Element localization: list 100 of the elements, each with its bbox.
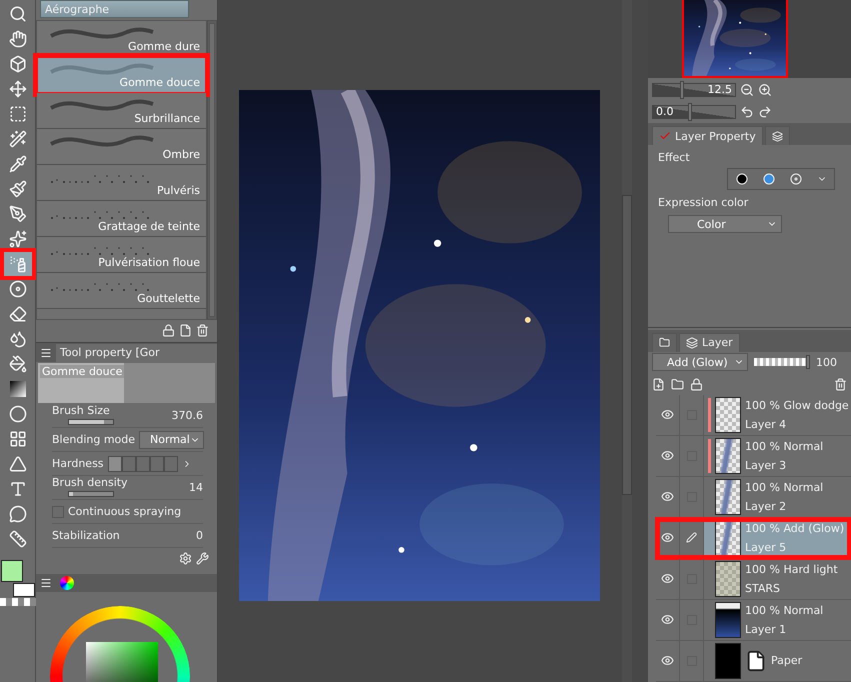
layer-name: Layer 3 (745, 458, 788, 472)
eye-icon[interactable] (661, 408, 674, 422)
layer-row[interactable]: 100 % Glow dodge Layer 4 (656, 394, 851, 436)
blending-mode-dropdown[interactable]: Normal (139, 430, 204, 448)
magnifier-icon (8, 5, 26, 23)
sub-color-swatch[interactable] (12, 583, 34, 597)
eraser-icon (8, 305, 26, 323)
rotate-left-icon[interactable] (740, 104, 754, 119)
tool-property-tab[interactable]: Tool property [Gor (56, 344, 217, 362)
layer-row[interactable]: 100 % Normal Layer 2 (656, 476, 851, 518)
paint-bucket-icon (8, 355, 26, 373)
zoom-in-icon[interactable] (758, 82, 772, 97)
layer-name: Paper (771, 654, 802, 668)
eye-icon[interactable] (661, 654, 674, 668)
menu-icon[interactable] (40, 346, 52, 358)
transparent-swatch[interactable] (0, 598, 36, 606)
layer-mode: 100 % Glow dodge (745, 398, 849, 412)
layer-name: Layer 2 (745, 500, 788, 513)
brush-icon (8, 180, 26, 198)
checkbox-label: Continuous spraying (68, 505, 182, 518)
hand-icon (8, 30, 26, 48)
slider-track[interactable] (68, 491, 114, 497)
main-color-swatch[interactable] (0, 560, 22, 582)
brush-group-tab[interactable]: Aérographe (40, 0, 189, 18)
folder-icon[interactable] (671, 378, 684, 391)
rotate-right-icon[interactable] (758, 104, 772, 119)
gear-icon[interactable] (179, 552, 192, 565)
layer-mode: 100 % Normal (745, 480, 824, 494)
layer-name: Layer 4 (745, 418, 788, 431)
eye-icon[interactable] (661, 531, 674, 544)
zoom-value: 12.5 (708, 83, 732, 96)
slider-thumb[interactable] (688, 102, 692, 121)
rotation-slider[interactable]: 0.0 (652, 104, 736, 119)
speech-bubble-icon (8, 505, 26, 523)
layer-thumbnail (715, 602, 741, 638)
panel-tab[interactable] (652, 332, 677, 352)
setting-label: Brush density (52, 476, 128, 489)
gradient-icon (10, 381, 26, 397)
ellipse-icon (8, 405, 26, 423)
setting-label: Stabilization (52, 529, 120, 542)
opacity-slider[interactable] (754, 355, 810, 370)
layers-icon (772, 130, 783, 142)
zoom-slider[interactable]: 12.5 (652, 82, 736, 97)
slider-track[interactable] (68, 419, 114, 425)
eye-icon[interactable] (661, 572, 674, 586)
pen-icon (686, 532, 697, 544)
scrollbar[interactable] (622, 0, 632, 682)
move-arrows-icon (8, 80, 26, 98)
section-label: Expression color (657, 194, 750, 211)
page-icon[interactable] (179, 324, 192, 337)
section-label: Effect (657, 150, 691, 166)
rotation-value: 0.0 (656, 105, 674, 118)
layer-row[interactable]: 100 % Normal Layer 1 (656, 600, 851, 641)
dashed-square-icon (8, 105, 26, 123)
slider-thumb[interactable] (806, 355, 810, 370)
text-icon (8, 480, 26, 498)
expression-color-dropdown[interactable]: Color (668, 214, 782, 234)
setting-label: Blending mode (52, 433, 136, 446)
scrollbar[interactable] (207, 20, 217, 320)
layer-row[interactable]: Paper (656, 640, 851, 682)
paper-icon (745, 650, 767, 672)
layer-row[interactable]: 100 % Normal Layer 3 (656, 436, 851, 477)
setting-value[interactable]: 370.6 (172, 409, 203, 422)
setting-value[interactable]: 14 (189, 481, 203, 494)
panel-tab[interactable] (764, 126, 790, 146)
layer-mode: 100 % Add (Glow) (745, 522, 844, 535)
spray-can-icon (8, 255, 26, 273)
blend-mode-dropdown[interactable]: Add (Glow) (652, 353, 748, 372)
layer-thumbnail (715, 520, 741, 556)
ruler-icon (8, 530, 26, 548)
disc-icon (8, 280, 26, 298)
wrench-icon[interactable] (196, 552, 209, 565)
layer-thumbnail (715, 560, 741, 597)
zoom-out-icon[interactable] (740, 82, 754, 97)
triangle-icon (8, 455, 26, 473)
lock-icon[interactable] (162, 324, 175, 337)
layer-property-tab[interactable]: Layer Property (652, 126, 763, 146)
eye-icon[interactable] (661, 490, 674, 504)
eye-icon[interactable] (661, 613, 674, 626)
folder-icon (659, 337, 670, 348)
layer-row[interactable]: 100 % Hard light STARS (656, 558, 851, 600)
layer-thumbnail (715, 438, 741, 474)
menu-icon[interactable] (40, 577, 52, 589)
color-wheel-tab-icon[interactable] (60, 576, 74, 590)
setting-value[interactable]: 0 (196, 529, 203, 542)
layer-mode: 100 % Normal (745, 440, 824, 453)
opacity-value[interactable]: 100 (816, 356, 837, 369)
eye-icon[interactable] (661, 449, 674, 462)
new-layer-icon[interactable] (652, 378, 665, 391)
layer-tab[interactable]: Layer (679, 332, 740, 352)
hardness-step[interactable] (108, 456, 122, 472)
lock-icon[interactable] (690, 378, 703, 391)
brush-preview: Gomme douce (38, 363, 215, 403)
slider-thumb[interactable] (680, 80, 684, 99)
sparkles-icon (8, 230, 26, 248)
pen-icon (8, 205, 26, 223)
trash-icon[interactable] (834, 378, 847, 391)
trash-icon[interactable] (196, 324, 209, 337)
layer-thumbnail (715, 396, 741, 433)
layer-mode: 100 % Hard light (745, 562, 838, 576)
